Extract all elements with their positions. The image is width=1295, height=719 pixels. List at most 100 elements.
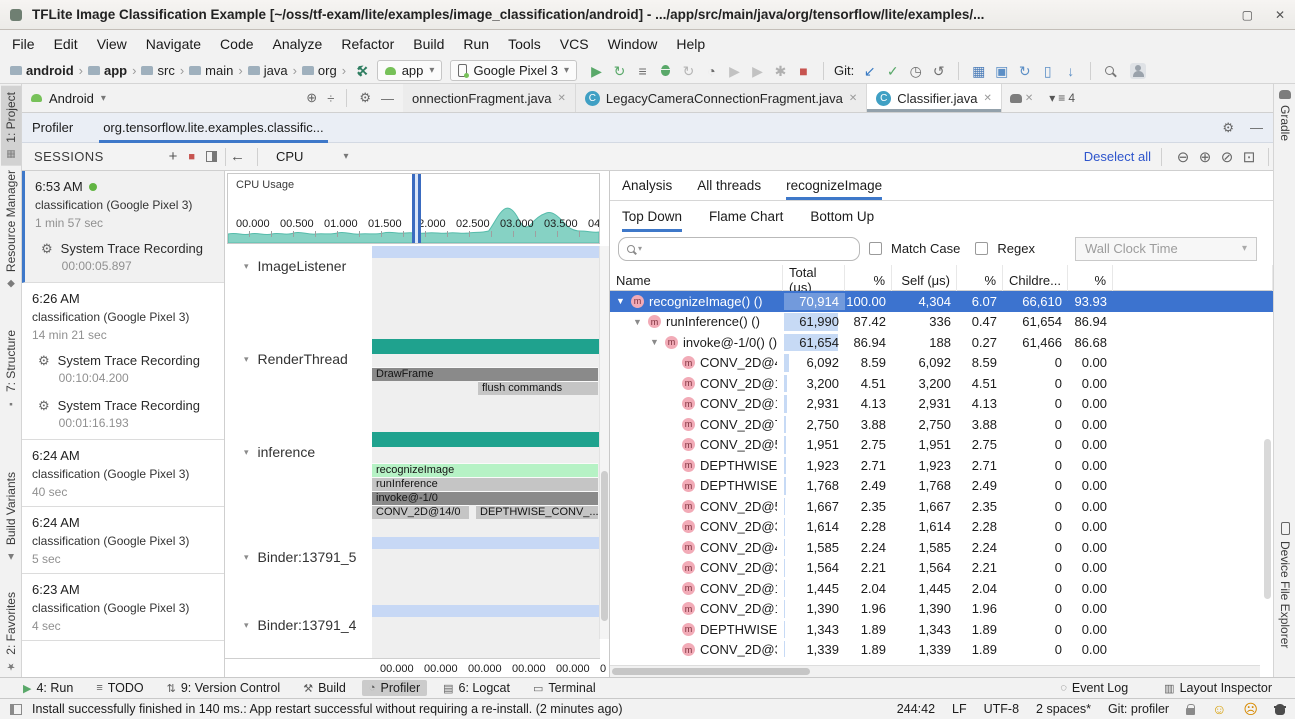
maximize-button[interactable]: ▢ [1242, 8, 1253, 22]
new-session-icon[interactable]: + [169, 148, 178, 165]
search-everywhere-icon[interactable] [1105, 66, 1114, 75]
caret-position[interactable]: 244:42 [897, 702, 935, 716]
search-options-icon[interactable]: ▾ [638, 244, 642, 253]
table-row[interactable]: mCONV_2D@36/0()1,6142.281,6142.2800.00 [610, 517, 1273, 538]
tool-strip-resource-manager[interactable]: ◆Resource Manager [1, 164, 21, 295]
tool-strip-1-project[interactable]: ▦1: Project [1, 86, 21, 166]
tool-window-4-run[interactable]: ▶4: Run [16, 680, 80, 696]
session-recording[interactable]: ⚙System Trace Recording00:01:16.193 [22, 394, 224, 439]
table-row[interactable]: mCONV_2D@4/0()6,0928.596,0928.5900.00 [610, 353, 1273, 374]
profile-app-icon[interactable]: ◔ [700, 59, 723, 83]
layout-validation-icon[interactable]: ▯ [1036, 59, 1059, 83]
session-recording[interactable]: ⚙System Trace Recording00:00:05.897 [25, 237, 224, 282]
rollback-icon[interactable]: ↺ [927, 59, 950, 83]
tool-window-layout-inspector[interactable]: ▥Layout Inspector [1157, 680, 1279, 696]
hidden-tabs-dropdown[interactable]: ▾ ≡ 4 [1041, 84, 1083, 112]
tool-strip-2-favorites[interactable]: ★2: Favorites [1, 586, 21, 678]
lock-icon[interactable] [1186, 708, 1195, 715]
update-project-icon[interactable]: ↙ [858, 59, 881, 83]
collapse-all-icon[interactable]: ÷ [327, 91, 334, 106]
timeline-selection-marker[interactable] [412, 174, 421, 243]
trace-bar[interactable]: flush commands [478, 381, 598, 395]
menu-item-help[interactable]: Help [676, 36, 705, 52]
menu-item-run[interactable]: Run [463, 36, 489, 52]
close-tab-icon[interactable]: ✕ [983, 93, 991, 104]
tool-window-event-log[interactable]: ◌Event Log [1053, 680, 1135, 696]
filter-search-box[interactable]: ▾ [618, 237, 860, 261]
run-config-select[interactable]: app ▾ [377, 60, 443, 81]
tool-strip-gradle[interactable]: Gradle [1275, 90, 1295, 141]
pinned-tab[interactable]: ✕ [1002, 84, 1041, 112]
build-hammer-icon[interactable]: ⚒ [355, 65, 371, 77]
menu-item-refactor[interactable]: Refactor [341, 36, 394, 52]
indent-style[interactable]: 2 spaces* [1036, 702, 1091, 716]
trace-bar[interactable]: invoke@-1/0 [372, 491, 598, 505]
session-card[interactable]: 6:24 AMclassification (Google Pixel 3)5 … [22, 507, 224, 573]
apply-changes-icon[interactable]: ↻ [608, 59, 631, 83]
reset-zoom-icon[interactable]: ⊘ [1216, 148, 1238, 166]
menu-item-build[interactable]: Build [413, 36, 444, 52]
close-tab-icon[interactable]: ✕ [557, 93, 565, 104]
gear-icon[interactable]: ⚙ [1222, 120, 1234, 136]
table-row[interactable]: mCONV_2D@7/0()2,7503.882,7503.8800.00 [610, 414, 1273, 435]
zoom-in-icon[interactable]: ⊕ [1194, 148, 1216, 166]
run-configurations-icon[interactable]: ≡ [631, 59, 654, 83]
menu-item-code[interactable]: Code [220, 36, 253, 52]
trace-bar[interactable]: DEPTHWISE_CONV_... [476, 505, 598, 519]
thread-label-renderthread[interactable]: ▾RenderThread [244, 351, 348, 367]
table-row[interactable]: mDEPTHWISE_CONV1,3431.891,3431.8900.00 [610, 619, 1273, 640]
session-card[interactable]: 6:23 AMclassification (Google Pixel 3)4 … [22, 574, 224, 640]
cpu-usage-chart[interactable]: CPU Usage 00.00000.50001.00001.50002.000… [227, 173, 600, 244]
thread-label-binder-13791-5[interactable]: ▾Binder:13791_5 [244, 549, 356, 565]
zoom-out-icon[interactable]: ⊖ [1172, 148, 1194, 166]
trace-bar[interactable]: recognizeImage [372, 463, 598, 477]
expand-icon[interactable]: ▼ [650, 337, 665, 347]
table-row[interactable]: ▼mrunInference() ()61,99087.423360.4761,… [610, 312, 1273, 333]
trace-bar[interactable]: runInference [372, 477, 598, 491]
regex-checkbox[interactable] [975, 242, 988, 255]
clock-type-select[interactable]: Wall Clock Time ▾ [1075, 237, 1257, 261]
gear-icon[interactable]: ⚙ [359, 90, 371, 106]
close-tab-icon[interactable]: ✕ [1025, 93, 1033, 104]
expand-icon[interactable]: ▼ [633, 317, 648, 327]
hide-panel-icon[interactable]: — [381, 91, 394, 106]
run-icon[interactable]: ▶ [585, 59, 608, 83]
timeline-scrollbar[interactable] [599, 246, 609, 639]
tool-window-terminal[interactable]: ▭Terminal [526, 680, 603, 696]
session-card[interactable]: 6:24 AMclassification (Google Pixel 3)40… [22, 440, 224, 506]
expand-icon[interactable]: ▼ [616, 296, 631, 306]
subtab-bottom-up[interactable]: Bottom Up [810, 201, 874, 232]
editor-tab-classifier-java[interactable]: CClassifier.java✕ [867, 84, 1002, 112]
file-encoding[interactable]: UTF-8 [984, 702, 1019, 716]
menu-item-window[interactable]: Window [608, 36, 658, 52]
tab-analysis[interactable]: Analysis [622, 171, 672, 200]
device-manager-icon[interactable]: ▣ [990, 59, 1013, 83]
table-header[interactable]: NameTotal (μs)%Self (μs)%Childre...% [610, 265, 1273, 291]
table-row[interactable]: ▼mrecognizeImage() ()70,914100.004,3046.… [610, 291, 1273, 312]
tool-strip-device-file-explorer[interactable]: Device File Explorer [1275, 522, 1295, 648]
sad-face-icon[interactable]: ☹ [1243, 701, 1258, 718]
tool-window-9-version-control[interactable]: ⇅9: Version Control [160, 680, 288, 696]
debug-icon[interactable] [661, 65, 670, 76]
table-row[interactable]: mCONV_2D@3/0()1,3391.891,3391.8900.00 [610, 640, 1273, 658]
thread-label-inference[interactable]: ▾inference [244, 444, 315, 460]
breadcrumb-app[interactable]: app [86, 63, 129, 78]
tab-all-threads[interactable]: All threads [697, 171, 761, 200]
attach-process-icon[interactable]: ▶ [746, 59, 769, 83]
profiler-session-tab[interactable]: org.tensorflow.lite.examples.classific..… [99, 113, 327, 143]
tool-window-todo[interactable]: ≡TODO [89, 680, 150, 696]
back-to-monitors-icon[interactable]: ← [230, 148, 245, 165]
stop-icon[interactable]: ■ [792, 59, 815, 83]
profile-avatar[interactable] [1130, 63, 1146, 79]
table-scrollbar[interactable] [1264, 439, 1271, 599]
happy-face-icon[interactable]: ☺ [1212, 701, 1226, 717]
attach-debugger-icon[interactable]: ✱ [769, 59, 792, 83]
table-row[interactable]: mCONV_2D@58/0()1,9512.751,9512.7500.00 [610, 435, 1273, 456]
hide-panel-icon[interactable]: — [1250, 120, 1263, 136]
match-case-checkbox[interactable] [869, 242, 882, 255]
session-recording[interactable]: ⚙System Trace Recording00:10:04.200 [22, 349, 224, 394]
sync-project-icon[interactable]: ↻ [1013, 59, 1036, 83]
stage-select[interactable]: CPU ▾ [266, 149, 358, 164]
menu-item-view[interactable]: View [97, 36, 127, 52]
table-row[interactable]: mCONV_2D@11/0()2,9314.132,9314.1300.00 [610, 394, 1273, 415]
